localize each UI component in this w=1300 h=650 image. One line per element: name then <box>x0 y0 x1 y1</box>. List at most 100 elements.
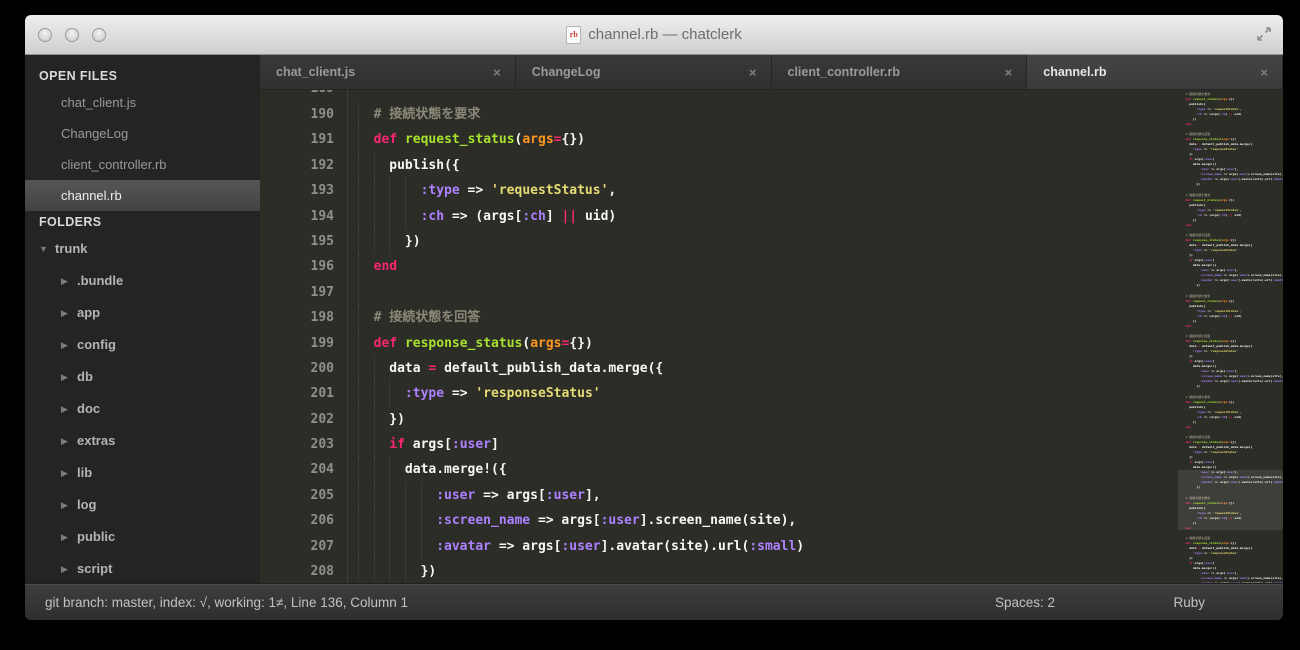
line-number: 203 <box>260 432 348 458</box>
code-line[interactable]: 206 :screen_name => args[:user].screen_n… <box>260 508 1178 534</box>
code-line[interactable]: 193 :type => 'requestStatus', <box>260 178 1178 204</box>
triangle-collapsed-icon: ▶ <box>61 436 68 446</box>
syntax-mode[interactable]: Ruby <box>1173 595 1205 610</box>
close-button[interactable] <box>38 27 52 42</box>
tab-label: chat_client.js <box>276 65 356 79</box>
tab-close-icon[interactable]: × <box>745 65 761 80</box>
tab-close-icon[interactable]: × <box>1001 65 1017 80</box>
indent-guide <box>358 152 374 179</box>
sidebar-folder[interactable]: ▶ lib <box>25 457 260 489</box>
triangle-collapsed-icon: ▶ <box>61 404 68 414</box>
sidebar-folder[interactable]: ▶ doc <box>25 393 260 425</box>
code-line[interactable]: 190 # 接続状態を要求 <box>260 102 1178 128</box>
sidebar-folder[interactable]: ▶ .bundle <box>25 265 260 297</box>
sidebar-open-file[interactable]: channel.rb <box>25 180 260 211</box>
fullscreen-icon[interactable] <box>1255 25 1273 43</box>
tab-close-icon[interactable]: × <box>489 65 505 80</box>
code-line[interactable]: 203 if args[:user] <box>260 432 1178 458</box>
code-line[interactable]: 199 def response_status(args={}) <box>260 330 1178 356</box>
code-text: :type => 'responseStatus' <box>348 381 601 407</box>
code-line[interactable]: 196 end <box>260 254 1178 280</box>
indent-guide <box>358 482 374 509</box>
indent-guide <box>420 508 437 534</box>
code-line[interactable]: 204 data.merge!({ <box>260 457 1178 483</box>
code-pane[interactable]: 189190 # 接続状態を要求191 def request_status(a… <box>260 90 1178 583</box>
sidebar-folder-root[interactable]: ▼ trunk <box>25 233 260 265</box>
indent-guide <box>373 355 390 382</box>
code-line[interactable]: 195 }) <box>260 228 1178 255</box>
tab-channel.rb[interactable]: channel.rb × <box>1027 55 1283 89</box>
sidebar-folder[interactable]: ▶ app <box>25 297 260 329</box>
tab-close-icon[interactable]: × <box>1256 65 1272 80</box>
tab-client_controller.rb[interactable]: client_controller.rb × <box>771 55 1028 89</box>
code-line[interactable]: 191 def request_status(args={}) <box>260 127 1178 153</box>
code-text: if args[:user] <box>348 432 499 458</box>
minimap-line: }) <box>1196 283 1201 287</box>
code-line[interactable]: 189 <box>260 90 1178 102</box>
folder-label: .bundle <box>77 273 124 288</box>
code-text: def response_status(args={}) <box>348 330 593 356</box>
line-number: 198 <box>260 305 348 331</box>
minimap-line: }) <box>1196 384 1201 388</box>
code-line[interactable]: 194 :ch => (args[:ch] || uid) <box>260 203 1178 229</box>
code-line[interactable]: 201 :type => 'responseStatus' <box>260 381 1178 407</box>
line-number: 202 <box>260 406 348 433</box>
sidebar-folder[interactable]: ▶ script <box>25 553 260 583</box>
line-number: 206 <box>260 508 348 534</box>
sidebar-folder[interactable]: ▶ extras <box>25 425 260 457</box>
zoom-button[interactable] <box>92 27 106 42</box>
code-line[interactable]: 192 publish({ <box>260 152 1178 179</box>
code-text: :type => 'requestStatus', <box>348 178 616 204</box>
indent-guide <box>358 102 374 128</box>
sidebar-open-file[interactable]: client_controller.rb <box>25 149 260 180</box>
tab-ChangeLog[interactable]: ChangeLog × <box>515 55 772 89</box>
indent-setting[interactable]: Spaces: 2 <box>995 595 1055 610</box>
triangle-collapsed-icon: ▶ <box>61 532 68 542</box>
indent-guide <box>404 482 421 509</box>
code-line[interactable]: 208 }) <box>260 559 1178 583</box>
indent-guide <box>373 152 390 179</box>
code-text <box>348 279 374 306</box>
code-text: :user => args[:user], <box>348 482 601 509</box>
folder-label: db <box>77 369 93 384</box>
code-line[interactable]: 198 # 接続状態を回答 <box>260 305 1178 331</box>
minimize-button[interactable] <box>65 27 79 42</box>
code-text: publish({ <box>348 152 460 179</box>
indent-guide <box>358 279 374 306</box>
triangle-collapsed-icon: ▶ <box>61 276 68 286</box>
indent-guide <box>404 559 421 583</box>
indent-guide <box>389 228 405 255</box>
indent-guide <box>389 457 405 483</box>
tab-chat_client.js[interactable]: chat_client.js × <box>260 55 516 89</box>
code-text: # 接続状態を要求 <box>348 102 480 128</box>
minimap[interactable]: # 接続状態を要求 def request_status(args={}) pu… <box>1178 90 1283 583</box>
sidebar-folder[interactable]: ▶ log <box>25 489 260 521</box>
sidebar-open-file[interactable]: ChangeLog <box>25 118 260 149</box>
indent-guide <box>404 178 421 204</box>
code-line[interactable]: 200 data = default_publish_data.merge({ <box>260 355 1178 382</box>
sidebar-folder[interactable]: ▶ db <box>25 361 260 393</box>
line-number: 192 <box>260 152 348 179</box>
code-text: data.merge!({ <box>348 457 507 483</box>
code-line[interactable]: 197 <box>260 279 1178 306</box>
code-line[interactable]: 205 :user => args[:user], <box>260 482 1178 509</box>
window-title: channel.rb — chatclerk <box>588 26 742 43</box>
editor-area[interactable]: 189190 # 接続状態を要求191 def request_status(a… <box>260 90 1283 583</box>
code-text: :ch => (args[:ch] || uid) <box>348 203 616 229</box>
sidebar-folder[interactable]: ▶ config <box>25 329 260 361</box>
sidebar-folder[interactable]: ▶ public <box>25 521 260 553</box>
triangle-collapsed-icon: ▶ <box>61 468 68 478</box>
code-line[interactable]: 207 :avatar => args[:user].avatar(site).… <box>260 533 1178 560</box>
line-number: 207 <box>260 533 348 560</box>
folder-label: config <box>77 337 116 352</box>
indent-guide <box>373 559 390 583</box>
indent-guide <box>358 533 374 560</box>
sidebar-open-file[interactable]: chat_client.js <box>25 87 260 118</box>
traffic-lights <box>38 15 106 54</box>
code-line[interactable]: 202 }) <box>260 406 1178 433</box>
minimap-viewport[interactable] <box>1178 470 1283 530</box>
line-number: 191 <box>260 127 348 153</box>
git-status-text: git branch: master, index: √, working: 1… <box>45 594 409 610</box>
title-bar[interactable]: rb channel.rb — chatclerk <box>25 15 1283 55</box>
indent-guide <box>389 559 405 583</box>
